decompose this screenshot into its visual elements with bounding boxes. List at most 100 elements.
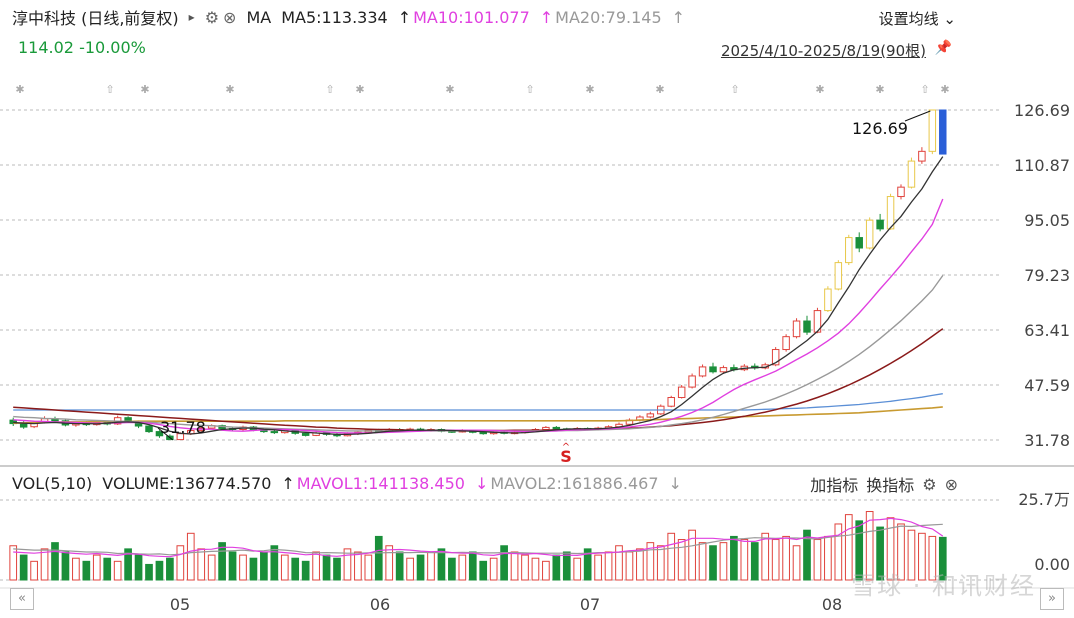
candle-body	[479, 431, 487, 435]
candle-body	[301, 432, 310, 436]
volume-bar	[448, 557, 456, 581]
volume-bar	[166, 557, 174, 581]
mavol2-arrow-icon: ↓	[668, 473, 682, 493]
kline-chart: 126.69 110.87 95.05 79.23 63.41 47.59 31.78 ✱ ⇧…	[0, 83, 1074, 614]
volume-bar	[479, 560, 488, 581]
event-marker-icon: ⇧	[105, 83, 114, 96]
event-marker-icon: ✱	[655, 83, 664, 96]
candle-body	[928, 109, 937, 152]
volume-bar	[740, 539, 749, 581]
price-tick-label: 95.05	[1024, 211, 1070, 230]
volume-header: VOL(5,10) VOLUME:136774.570 ↑ MAVOL1:141…	[12, 472, 692, 494]
event-marker-icon: ✱	[445, 83, 454, 96]
event-marker-icon: ⇧	[325, 83, 334, 96]
volume-bar	[374, 535, 383, 581]
volume-bar	[9, 545, 18, 581]
volume-bar	[260, 551, 268, 581]
indicator-controls: 加指标 换指标 ⚙ ⊗	[802, 472, 958, 496]
volume-bar	[312, 551, 320, 581]
candle-body	[792, 320, 801, 338]
event-marker-icon: ✱	[225, 83, 234, 96]
candle-body	[886, 196, 895, 230]
candle-body	[646, 413, 655, 418]
gear-icon[interactable]: ⚙	[922, 475, 936, 494]
scroll-left-button[interactable]: «	[10, 588, 34, 610]
volume-bar	[771, 539, 780, 581]
volume-bar	[521, 554, 529, 581]
low-price-label: 31.78	[160, 418, 206, 437]
close-icon[interactable]: ⊗	[945, 475, 958, 494]
event-marker-icon: ✱	[875, 83, 884, 96]
volume-bar	[489, 557, 498, 581]
candle-body	[542, 426, 550, 430]
switch-indicator-button[interactable]: 换指标	[866, 472, 914, 496]
volume-bar	[562, 551, 571, 581]
volume-bar	[19, 554, 28, 581]
volume-bar	[51, 542, 59, 581]
candle-body	[876, 219, 884, 230]
volume-bar	[698, 542, 707, 581]
candle-body	[897, 186, 905, 198]
add-indicator-button[interactable]: 加指标	[810, 472, 858, 496]
volume-bar	[688, 529, 696, 581]
x-tick-label: 06	[370, 595, 390, 614]
volume-bar	[239, 554, 247, 581]
volume-bar	[782, 535, 790, 581]
volume-bar	[40, 548, 49, 581]
x-tick-label: 05	[170, 595, 190, 614]
candle-body	[803, 320, 811, 333]
sell-signal-caret-icon: ^	[562, 442, 570, 453]
annotations: 126.6931.78S^	[157, 110, 931, 466]
candle-body	[667, 397, 675, 407]
candle-body	[782, 336, 790, 351]
scroll-right-button[interactable]: »	[1040, 588, 1064, 610]
price-tick-label: 63.41	[1024, 321, 1070, 340]
moving-average-lines	[13, 156, 944, 436]
volume-bar	[228, 551, 237, 581]
ma-long3-line	[13, 406, 943, 424]
candle-body	[145, 425, 153, 433]
event-marker-icon: ⇧	[730, 83, 739, 96]
candle-body	[270, 431, 279, 434]
price-tick-label: 110.87	[1014, 156, 1070, 175]
volume-bar	[145, 563, 153, 581]
volume-bar	[30, 560, 38, 581]
event-marker-icon: ✱	[815, 83, 824, 96]
candle-body	[918, 150, 926, 162]
candle-body	[719, 367, 728, 373]
event-marker-icon: ✱	[355, 83, 364, 96]
volume-bar	[824, 535, 832, 581]
mavol2-value: MAVOL2:161886.467	[490, 473, 659, 493]
event-marker-icon: ⇧	[525, 83, 534, 96]
volume-bar	[176, 545, 185, 581]
volume-bar	[92, 554, 101, 581]
volume-bar	[72, 557, 80, 581]
volume-bar	[709, 545, 717, 581]
candle-body	[907, 160, 916, 188]
volume-bar	[416, 554, 425, 581]
volume-bar	[792, 545, 801, 581]
volume-bar	[103, 557, 112, 581]
volume-bar	[207, 554, 216, 581]
price-tick-label: 126.69	[1014, 101, 1070, 120]
mavol1-arrow-icon: ↓	[474, 473, 489, 493]
volume-bar	[761, 532, 770, 581]
high-price-arrow	[904, 110, 931, 122]
x-tick-label: 08	[822, 595, 842, 614]
volume-bar	[197, 548, 206, 581]
candle-body	[855, 237, 863, 249]
ma10-line	[13, 198, 944, 434]
price-tick-label: 31.78	[1024, 431, 1070, 450]
volume-bar	[354, 551, 362, 581]
volume-bar	[730, 535, 738, 581]
volume-bar	[750, 542, 759, 581]
candle-body	[698, 366, 707, 377]
volume-bar	[364, 554, 373, 581]
candle-body	[677, 386, 686, 399]
candle-body	[688, 375, 696, 388]
vol-label: VOL(5,10)	[12, 473, 93, 493]
volume-bar	[573, 557, 582, 581]
volume-bar	[61, 551, 70, 581]
volume-bar	[625, 551, 634, 581]
volume-bar	[395, 551, 404, 581]
